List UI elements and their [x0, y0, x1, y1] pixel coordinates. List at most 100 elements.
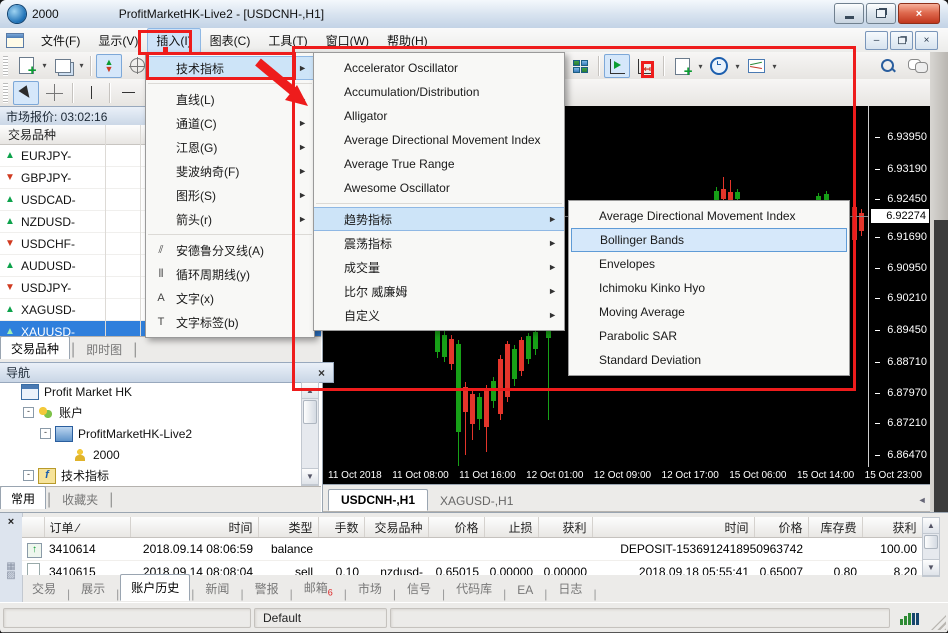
new-order-button[interactable] — [669, 54, 695, 78]
menubar-item-insert[interactable]: 插入(I) — [147, 28, 200, 53]
insert-menu-item[interactable]: 通道(C)► — [146, 111, 314, 135]
toolbar-grip[interactable] — [3, 83, 8, 103]
indicators-menu-item[interactable]: Accumulation/Distribution — [314, 80, 564, 104]
column-header[interactable]: 止损 — [484, 517, 538, 538]
insert-menu-item[interactable]: 技术指标► — [146, 56, 314, 80]
resize-grip[interactable] — [931, 615, 946, 630]
scrollbar-thumb[interactable] — [924, 535, 938, 549]
auto-scroll-button[interactable] — [604, 54, 630, 78]
indicators-menu-item[interactable]: Average True Range — [314, 152, 564, 176]
insert-menu-item[interactable]: T文字标签(b) — [146, 310, 314, 334]
mdi-close-button[interactable]: × — [915, 31, 938, 50]
trend-menu-item[interactable]: Parabolic SAR — [569, 324, 849, 348]
status-profile[interactable]: Default — [254, 608, 387, 628]
chat-button[interactable] — [903, 54, 933, 78]
navigator-tab-0[interactable]: 常用 — [0, 486, 46, 509]
column-header[interactable]: 价格 — [428, 517, 484, 538]
trend-menu-item[interactable]: Moving Average — [569, 300, 849, 324]
column-header[interactable]: 价格 — [754, 517, 808, 538]
menubar-item-6[interactable]: 帮助(H) — [378, 28, 437, 53]
indicators-menu-item[interactable]: Awesome Oscillator — [314, 176, 564, 200]
indicators-menu-item[interactable]: 成交量► — [314, 255, 564, 279]
terminal-tab-4[interactable]: 警报 — [245, 576, 289, 601]
terminal-tab-0[interactable]: 交易 — [22, 576, 66, 601]
market-watch-toggle-button[interactable]: ▲▼ — [96, 54, 122, 78]
toolbar-grip[interactable] — [3, 56, 8, 76]
terminal-tab-10[interactable]: 日志 — [548, 576, 592, 601]
chart-tab-0[interactable]: USDCNH-,H1 — [328, 489, 428, 511]
tree-expander-icon[interactable]: - — [23, 407, 34, 418]
crosshair-button[interactable] — [41, 81, 67, 105]
account-history-table[interactable]: 订单 ∕时间类型手数交易品种价格止损获利时间价格库存费获利↑3410614201… — [22, 517, 922, 575]
column-header[interactable]: 订单 ∕ — [44, 517, 130, 538]
column-header[interactable]: 获利 — [862, 517, 922, 538]
terminal-tab-3[interactable]: 新闻 — [195, 576, 239, 601]
templates-button[interactable] — [743, 54, 769, 78]
trend-menu-item[interactable]: Envelopes — [569, 252, 849, 276]
terminal-scrollbar[interactable]: ▲ ▼ — [922, 517, 940, 577]
scrollbar-thumb[interactable] — [303, 400, 317, 424]
insert-menu-item[interactable]: ⫽安德鲁分叉线(A) — [146, 238, 314, 262]
market-watch-tab-1[interactable]: 即时图 — [76, 339, 132, 359]
terminal-drag-icon[interactable]: ▦▨ — [0, 562, 22, 580]
vertical-line-button[interactable] — [78, 81, 104, 105]
indicators-menu-item[interactable]: 比尔 威廉姆► — [314, 279, 564, 303]
menubar-item-4[interactable]: 工具(T) — [259, 28, 316, 53]
tile-windows-button[interactable] — [567, 54, 593, 78]
mdi-minimize-button[interactable]: – — [865, 31, 888, 50]
scroll-down-icon[interactable]: ▼ — [923, 559, 939, 576]
market-watch-tab-0[interactable]: 交易品种 — [0, 336, 70, 359]
trend-menu-item[interactable]: Bollinger Bands — [571, 228, 847, 252]
new-chart-dropdown[interactable]: ▾ — [40, 55, 49, 77]
column-header[interactable]: 交易品种 — [364, 517, 428, 538]
cursor-button[interactable] — [13, 81, 39, 105]
terminal-tab-2[interactable]: 账户历史 — [120, 574, 190, 601]
terminal-tab-8[interactable]: 代码库 — [446, 576, 502, 601]
scroll-down-icon[interactable]: ▼ — [302, 468, 318, 485]
time-axis[interactable]: 11 Oct 201811 Oct 08:0011 Oct 16:0012 Oc… — [322, 467, 930, 485]
insert-menu-item[interactable]: A文字(x) — [146, 286, 314, 310]
insert-menu-item[interactable]: 江恩(G)► — [146, 135, 314, 159]
column-header[interactable]: 库存费 — [808, 517, 862, 538]
indicators-menu-item[interactable]: 自定义► — [314, 303, 564, 327]
indicators-menu-item[interactable]: Accelerator Oscillator — [314, 56, 564, 80]
mdi-restore-button[interactable] — [890, 31, 913, 50]
terminal-tab-5[interactable]: 邮箱6 — [294, 575, 343, 601]
column-header[interactable]: 类型 — [258, 517, 318, 538]
terminal-tab-6[interactable]: 市场 — [348, 576, 392, 601]
column-header[interactable]: 获利 — [538, 517, 592, 538]
navigator-tab-1[interactable]: 收藏夹 — [52, 489, 108, 509]
indicators-menu-item[interactable]: 趋势指标► — [314, 207, 564, 231]
close-button[interactable]: × — [898, 3, 940, 24]
periods-button[interactable] — [706, 54, 732, 78]
history-row[interactable]: 34106152018.09.14 08:08:04sell0.10nzdusd… — [22, 561, 922, 576]
tree-item[interactable]: Profit Market HK — [0, 381, 300, 402]
column-header[interactable]: 手数 — [318, 517, 364, 538]
tree-item[interactable]: -f技术指标 — [0, 465, 300, 484]
minimize-button[interactable] — [834, 3, 864, 24]
chart-tab-1[interactable]: XAGUSD-,H1 — [428, 491, 525, 511]
chart-shift-button[interactable]: ↤ — [632, 54, 658, 78]
trend-menu-item[interactable]: Ichimoku Kinko Hyo — [569, 276, 849, 300]
trend-menu-item[interactable]: Standard Deviation — [569, 348, 849, 372]
profiles-button[interactable] — [50, 54, 76, 78]
scroll-up-icon[interactable]: ▲ — [302, 383, 318, 399]
navigator-close-icon[interactable]: × — [316, 366, 327, 380]
navigator-scrollbar[interactable]: ▲ ▼ — [301, 382, 319, 486]
menubar-item-5[interactable]: 窗口(W) — [317, 28, 378, 53]
tree-item[interactable]: 2000 — [0, 444, 300, 465]
tree-expander-icon[interactable]: - — [23, 470, 34, 481]
column-header[interactable] — [22, 517, 44, 538]
terminal-tab-1[interactable]: 展示 — [71, 576, 115, 601]
insert-menu-item[interactable]: 斐波纳奇(F)► — [146, 159, 314, 183]
menubar-item-3[interactable]: 图表(C) — [201, 28, 260, 53]
tree-item[interactable]: -ProfitMarketHK-Live2 — [0, 423, 300, 444]
column-header[interactable]: 时间 — [592, 517, 754, 538]
tree-expander-icon[interactable]: - — [40, 428, 51, 439]
horizontal-line-button[interactable] — [115, 81, 141, 105]
new-chart-button[interactable] — [13, 54, 39, 78]
terminal-tab-9[interactable]: EA — [507, 579, 543, 601]
restore-button[interactable] — [866, 3, 896, 24]
history-row[interactable]: ↑34106142018.09.14 08:06:59balanceDEPOSI… — [22, 538, 922, 561]
insert-menu-item[interactable]: ⦀循环周期线(y) — [146, 262, 314, 286]
